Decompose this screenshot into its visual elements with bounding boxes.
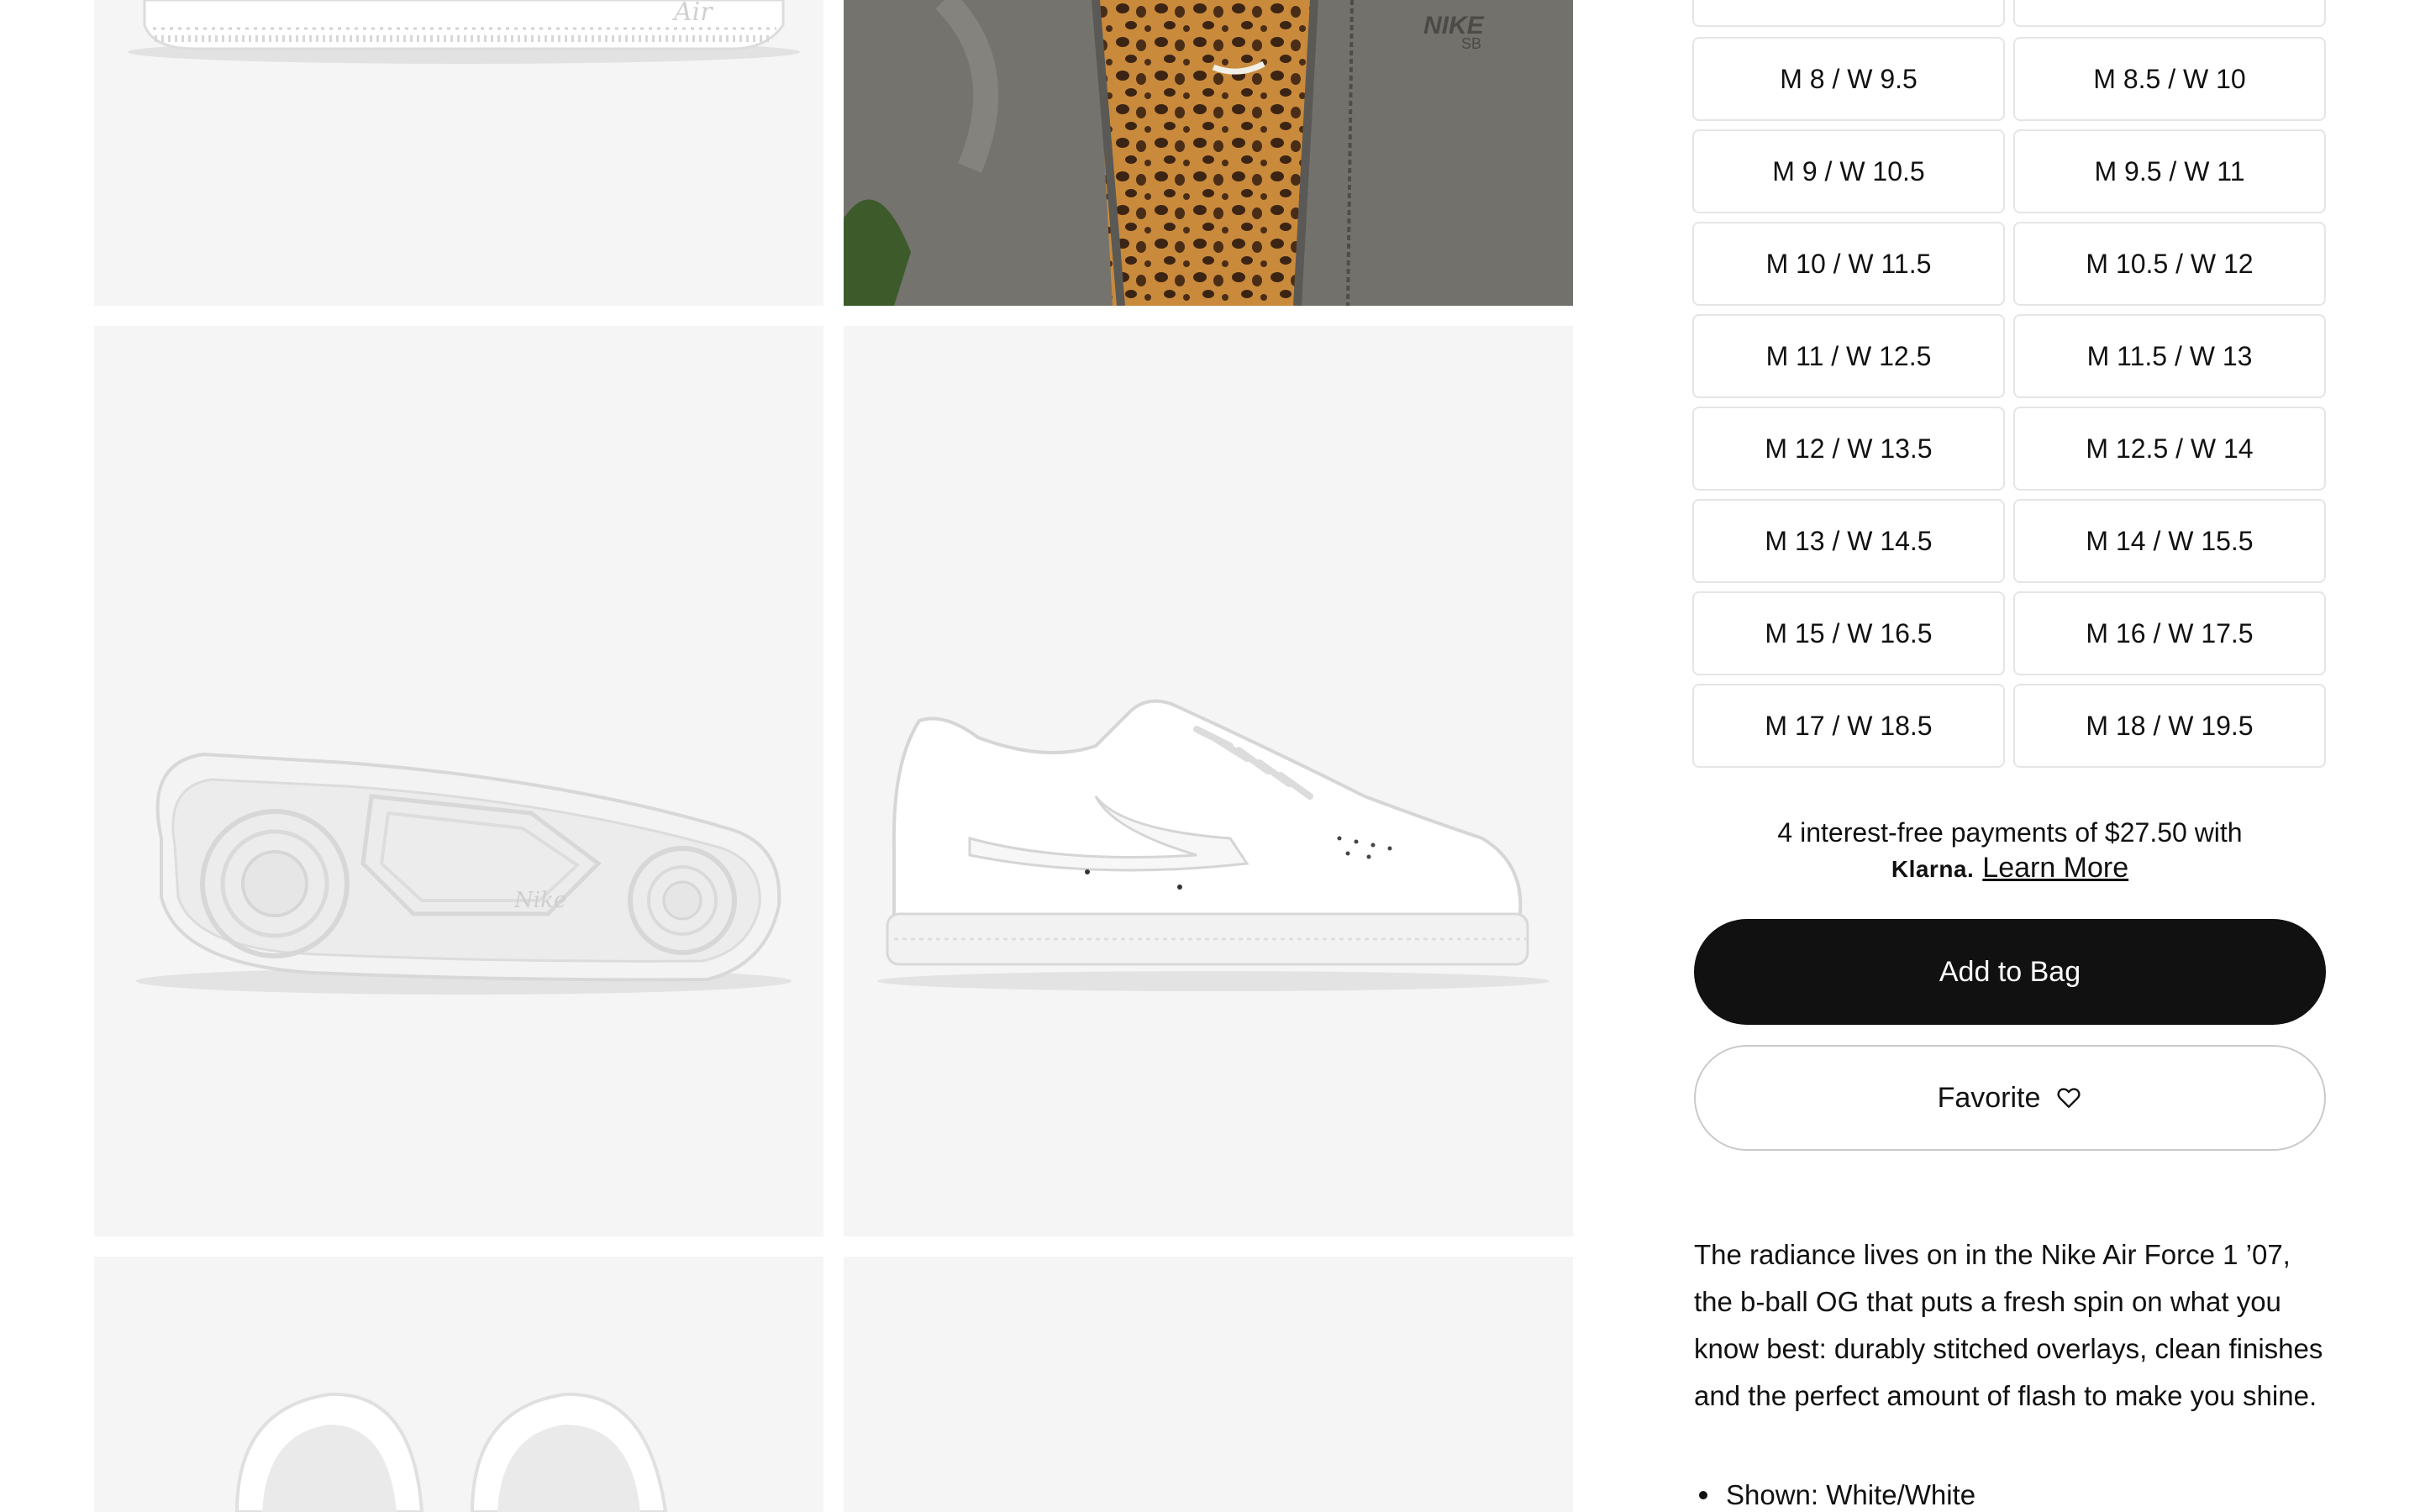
shoe-top-image <box>234 1392 668 1512</box>
model-jacket-image: NIKE SB <box>844 0 1573 306</box>
product-image-4[interactable] <box>844 326 1573 1236</box>
add-to-bag-label: Add to Bag <box>1939 955 2081 988</box>
size-option[interactable]: M 10 / W 11.5 <box>1692 222 2005 306</box>
size-option[interactable]: M 17 / W 18.5 <box>1692 684 2005 768</box>
svg-text:Air: Air <box>671 0 713 27</box>
size-option[interactable]: M 9 / W 10.5 <box>1692 129 2005 213</box>
product-image-2[interactable]: NIKE SB <box>844 0 1573 306</box>
product-image-3[interactable]: Nike <box>94 326 823 1236</box>
shown-color-text: Shown: White/White <box>1726 1479 1976 1510</box>
shoe-lateral-image <box>877 699 1549 991</box>
product-detail-bullet: Shown: White/White <box>1694 1472 2334 1512</box>
add-to-bag-button[interactable]: Add to Bag <box>1694 919 2326 1025</box>
size-option[interactable]: M 18 / W 19.5 <box>2013 684 2326 768</box>
size-option[interactable]: M 13 / W 14.5 <box>1692 499 2005 583</box>
size-option[interactable]: M 12.5 / W 14 <box>2013 407 2326 491</box>
klarna-payment-info: 4 interest-free payments of $27.50 with … <box>1694 815 2326 887</box>
size-option[interactable]: M 8.5 / W 10 <box>2013 37 2326 121</box>
product-page: Air NIKE SB Nike M 8 / W 9.5 M 8.5 / W 1… <box>0 0 2420 1512</box>
favorite-button[interactable]: Favorite <box>1694 1045 2326 1151</box>
product-image-1[interactable]: Air <box>94 0 823 306</box>
size-option[interactable]: M 16 / W 17.5 <box>2013 591 2326 675</box>
heart-icon <box>2055 1084 2082 1111</box>
size-option[interactable]: M 9.5 / W 11 <box>2013 129 2326 213</box>
size-option-hidden-2[interactable] <box>2013 0 2326 27</box>
size-option[interactable]: M 11 / W 12.5 <box>1692 314 2005 398</box>
size-option-hidden-1[interactable] <box>1692 0 2005 27</box>
klarna-logo: Klarna. <box>1891 856 1975 882</box>
shoe-side-image: Air <box>128 0 800 64</box>
size-option[interactable]: M 15 / W 16.5 <box>1692 591 2005 675</box>
product-image-5[interactable] <box>94 1257 823 1512</box>
product-image-6[interactable] <box>844 1257 1573 1512</box>
product-description: The radiance lives on in the Nike Air Fo… <box>1694 1239 2323 1411</box>
svg-text:Nike: Nike <box>513 888 566 913</box>
size-option[interactable]: M 11.5 / W 13 <box>2013 314 2326 398</box>
size-option[interactable]: M 10.5 / W 12 <box>2013 222 2326 306</box>
svg-text:SB: SB <box>1461 35 1481 52</box>
favorite-label: Favorite <box>1937 1081 2041 1114</box>
size-option[interactable]: M 8 / W 9.5 <box>1692 37 2005 121</box>
klarna-text: 4 interest-free payments of $27.50 with <box>1777 817 2243 848</box>
learn-more-link[interactable]: Learn More <box>1982 852 2128 884</box>
size-option[interactable]: M 12 / W 13.5 <box>1692 407 2005 491</box>
bullet-dot <box>1699 1491 1707 1499</box>
size-option[interactable]: M 14 / W 15.5 <box>2013 499 2326 583</box>
shoe-outsole-image: Nike <box>136 752 792 995</box>
